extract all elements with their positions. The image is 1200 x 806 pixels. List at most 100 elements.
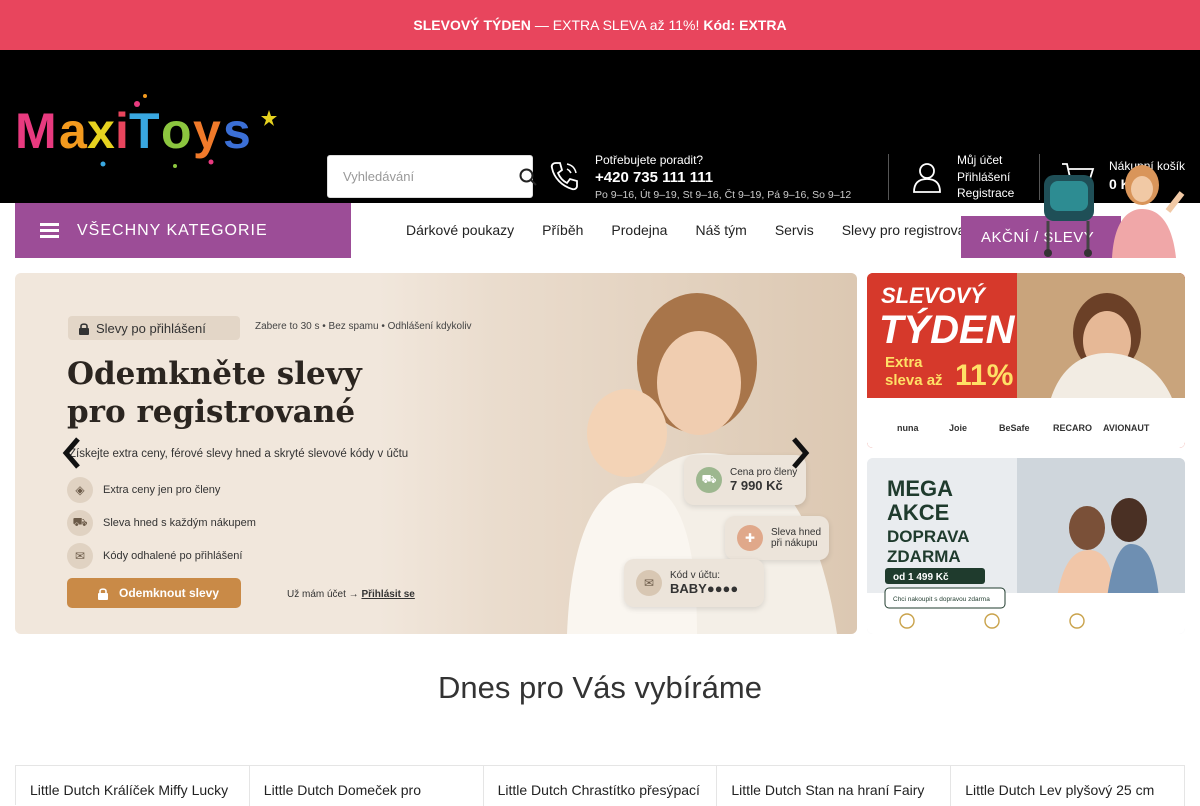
search-input[interactable] — [328, 156, 519, 197]
unlock-discounts-label: Odemknout slevy — [119, 586, 220, 600]
hero-slider[interactable]: Slevy po přihlášení Zabere to 30 s • Bez… — [15, 273, 857, 634]
register-link[interactable]: Registrace — [957, 185, 1014, 202]
free-shipping-banner-art: MEGA AKCE DOPRAVA ZDARMA od 1 499 Kč Chc… — [867, 458, 1185, 634]
discount-week-banner[interactable]: SLEVOVÝ TÝDEN Extra sleva až 11% nuna Jo… — [867, 273, 1185, 448]
slider-next-arrow-icon[interactable] — [790, 436, 810, 470]
nav-link-registered-discounts[interactable]: Slevy pro registrova — [842, 222, 966, 238]
product-card[interactable]: Little Dutch Stan na hraní Fairy — [717, 766, 952, 806]
nav-link-store[interactable]: Prodejna — [611, 222, 667, 238]
banner2-line-1: MEGA — [887, 476, 953, 501]
svg-text:y: y — [193, 103, 221, 159]
hero-feature: ◈ Extra ceny jen pro členy — [67, 473, 256, 506]
svg-text:M: M — [15, 103, 57, 159]
svg-text:o: o — [161, 103, 192, 159]
brand-logo: RECARO — [1053, 423, 1092, 433]
lock-icon — [98, 587, 108, 600]
opening-hours: Po 9–16, Út 9–19, St 9–16, Čt 9–19, Pá 9… — [595, 189, 852, 201]
nav-link-team[interactable]: Náš tým — [695, 222, 746, 238]
brand-logo: Joie — [949, 423, 967, 433]
hero-features: ◈ Extra ceny jen pro členy ⛟ Sleva hned s … — [67, 473, 256, 572]
hero-feature-label: Kódy odhalené po přihlášení — [103, 549, 243, 562]
discount-week-banner-art: SLEVOVÝ TÝDEN Extra sleva až 11% nuna Jo… — [867, 273, 1185, 448]
svg-text:a: a — [59, 103, 88, 159]
nav-link-gift-vouchers[interactable]: Dárkové poukazy — [406, 222, 514, 238]
gift-icon: ✚ — [737, 525, 763, 551]
main-nav: VŠECHNY KATEGORIE Dárkové poukazy Příběh… — [0, 165, 1200, 258]
account-title: Můj účet — [957, 153, 1003, 167]
svg-text:s: s — [223, 103, 251, 159]
unlock-discounts-button[interactable]: Odemknout slevy — [67, 578, 241, 608]
svg-text:T: T — [129, 103, 160, 159]
member-price-value: 7 990 Kč — [730, 478, 783, 493]
banner1-line-1: SLEVOVÝ — [881, 283, 987, 308]
tag-icon: ◈ — [67, 476, 93, 503]
promo-strong-1: SLEVOVÝ TÝDEN — [413, 17, 531, 33]
member-price-card: ⛟ Cena pro členy 7 990 Kč — [684, 455, 806, 505]
instant-discount-card: ✚ Sleva hned při nákupu — [725, 516, 829, 560]
promo-code: Kód: EXTRA — [703, 17, 787, 33]
nav-links: Dárkové poukazy Příběh Prodejna Náš tým … — [406, 222, 965, 238]
cart-icon: ⛟ — [67, 509, 93, 536]
promo-text: — EXTRA SLEVA až 11%! — [534, 17, 700, 33]
hero-title: Odemkněte slevy pro registrované — [67, 355, 487, 431]
user-icon[interactable] — [912, 160, 942, 194]
nav-link-service[interactable]: Servis — [775, 222, 814, 238]
account-code-value: BABY●●●● — [670, 581, 739, 596]
ticket-icon: ✉ — [636, 570, 662, 596]
divider — [888, 154, 889, 200]
all-categories-button[interactable]: VŠECHNY KATEGORIE — [15, 203, 351, 258]
product-card[interactable]: Little Dutch Domeček pro — [250, 766, 484, 806]
hero-login-prefix: Už mám účet → — [287, 589, 362, 600]
brand-logo: BeSafe — [999, 423, 1030, 433]
cart-icon: ⛟ — [696, 467, 722, 493]
hero-login-prompt[interactable]: Už mám účet → Přihlásit se — [287, 589, 415, 600]
login-link[interactable]: Přihlášení — [957, 169, 1014, 186]
hero-badge-label: Slevy po přihlášení — [96, 320, 206, 336]
search-box — [327, 155, 537, 198]
help-contact: Potřebujete poradit? +420 735 111 111 Po… — [595, 153, 851, 201]
instant-discount-line-1: Sleva hned — [771, 527, 822, 538]
hero-badge: Slevy po přihlášení — [68, 316, 240, 340]
all-categories-label: VŠECHNY KATEGORIE — [77, 221, 268, 239]
banner2-line-2: AKCE — [887, 500, 949, 525]
product-card[interactable]: Little Dutch Lev plyšový 25 cm — [951, 766, 1185, 806]
hero-login-link[interactable]: Přihlásit se — [361, 589, 414, 600]
free-shipping-banner[interactable]: MEGA AKCE DOPRAVA ZDARMA od 1 499 Kč Chc… — [867, 458, 1185, 634]
banner1-line-4: sleva až — [885, 372, 943, 389]
hero-title-line-1: Odemkněte slevy — [67, 356, 362, 392]
banner2-cta: Chci nakoupit s dopravou zdarma — [893, 596, 990, 603]
slider-prev-arrow-icon[interactable] — [62, 436, 82, 470]
banner2-line-3: DOPRAVA — [887, 527, 970, 546]
phone-number[interactable]: +420 735 111 111 — [595, 169, 851, 186]
account-code-card: ✉ Kód v účtu: BABY●●●● — [624, 559, 764, 607]
product-card[interactable]: Little Dutch Chrastítko přesýpací — [484, 766, 718, 806]
hero-title-line-2: pro registrované — [67, 394, 356, 430]
help-question: Potřebujete poradit? — [595, 153, 704, 167]
menu-icon — [40, 223, 59, 238]
search-button[interactable] — [519, 156, 537, 197]
hero-description: Získejte extra ceny, férové slevy hned a… — [69, 448, 409, 460]
promo-woman-stroller-image[interactable] — [1040, 163, 1188, 258]
hero-feature-label: Sleva hned s každým nákupem — [103, 516, 256, 529]
maxitoys-logo[interactable]: M a x i T o y s — [15, 90, 277, 172]
banner1-line-3: Extra — [885, 354, 923, 371]
instant-discount-line-2: při nákupu — [771, 538, 818, 549]
nav-link-story[interactable]: Příběh — [542, 222, 583, 238]
banner1-percent: 11% — [955, 359, 1013, 392]
search-icon — [519, 168, 537, 186]
account-code-label: Kód v účtu: — [670, 570, 721, 581]
hero-subtitle: Zabere to 30 s • Bez spamu • Odhlášení k… — [255, 321, 472, 332]
ticket-icon: ✉ — [67, 542, 93, 569]
product-card[interactable]: Little Dutch Králíček Miffy Lucky — [16, 766, 250, 806]
hero-feature: ✉ Kódy odhalené po přihlášení — [67, 539, 256, 572]
header: M a x i T o y s Aktuálně se nakupuje: Po… — [0, 50, 1200, 224]
lock-icon — [79, 322, 89, 335]
promo-bar[interactable]: SLEVOVÝ TÝDEN — EXTRA SLEVA až 11%! Kód:… — [0, 0, 1200, 50]
account-menu: Můj účet Přihlášení Registrace — [957, 152, 1014, 202]
banner2-line-4: ZDARMA — [887, 547, 961, 566]
section-title: Dnes pro Vás vybíráme — [438, 670, 762, 705]
hero-feature: ⛟ Sleva hned s každým nákupem — [67, 506, 256, 539]
phone-icon — [550, 162, 578, 191]
brand-logo: AVIONAUT — [1103, 423, 1150, 433]
product-list: Little Dutch Králíček Miffy Lucky Little… — [15, 765, 1185, 806]
